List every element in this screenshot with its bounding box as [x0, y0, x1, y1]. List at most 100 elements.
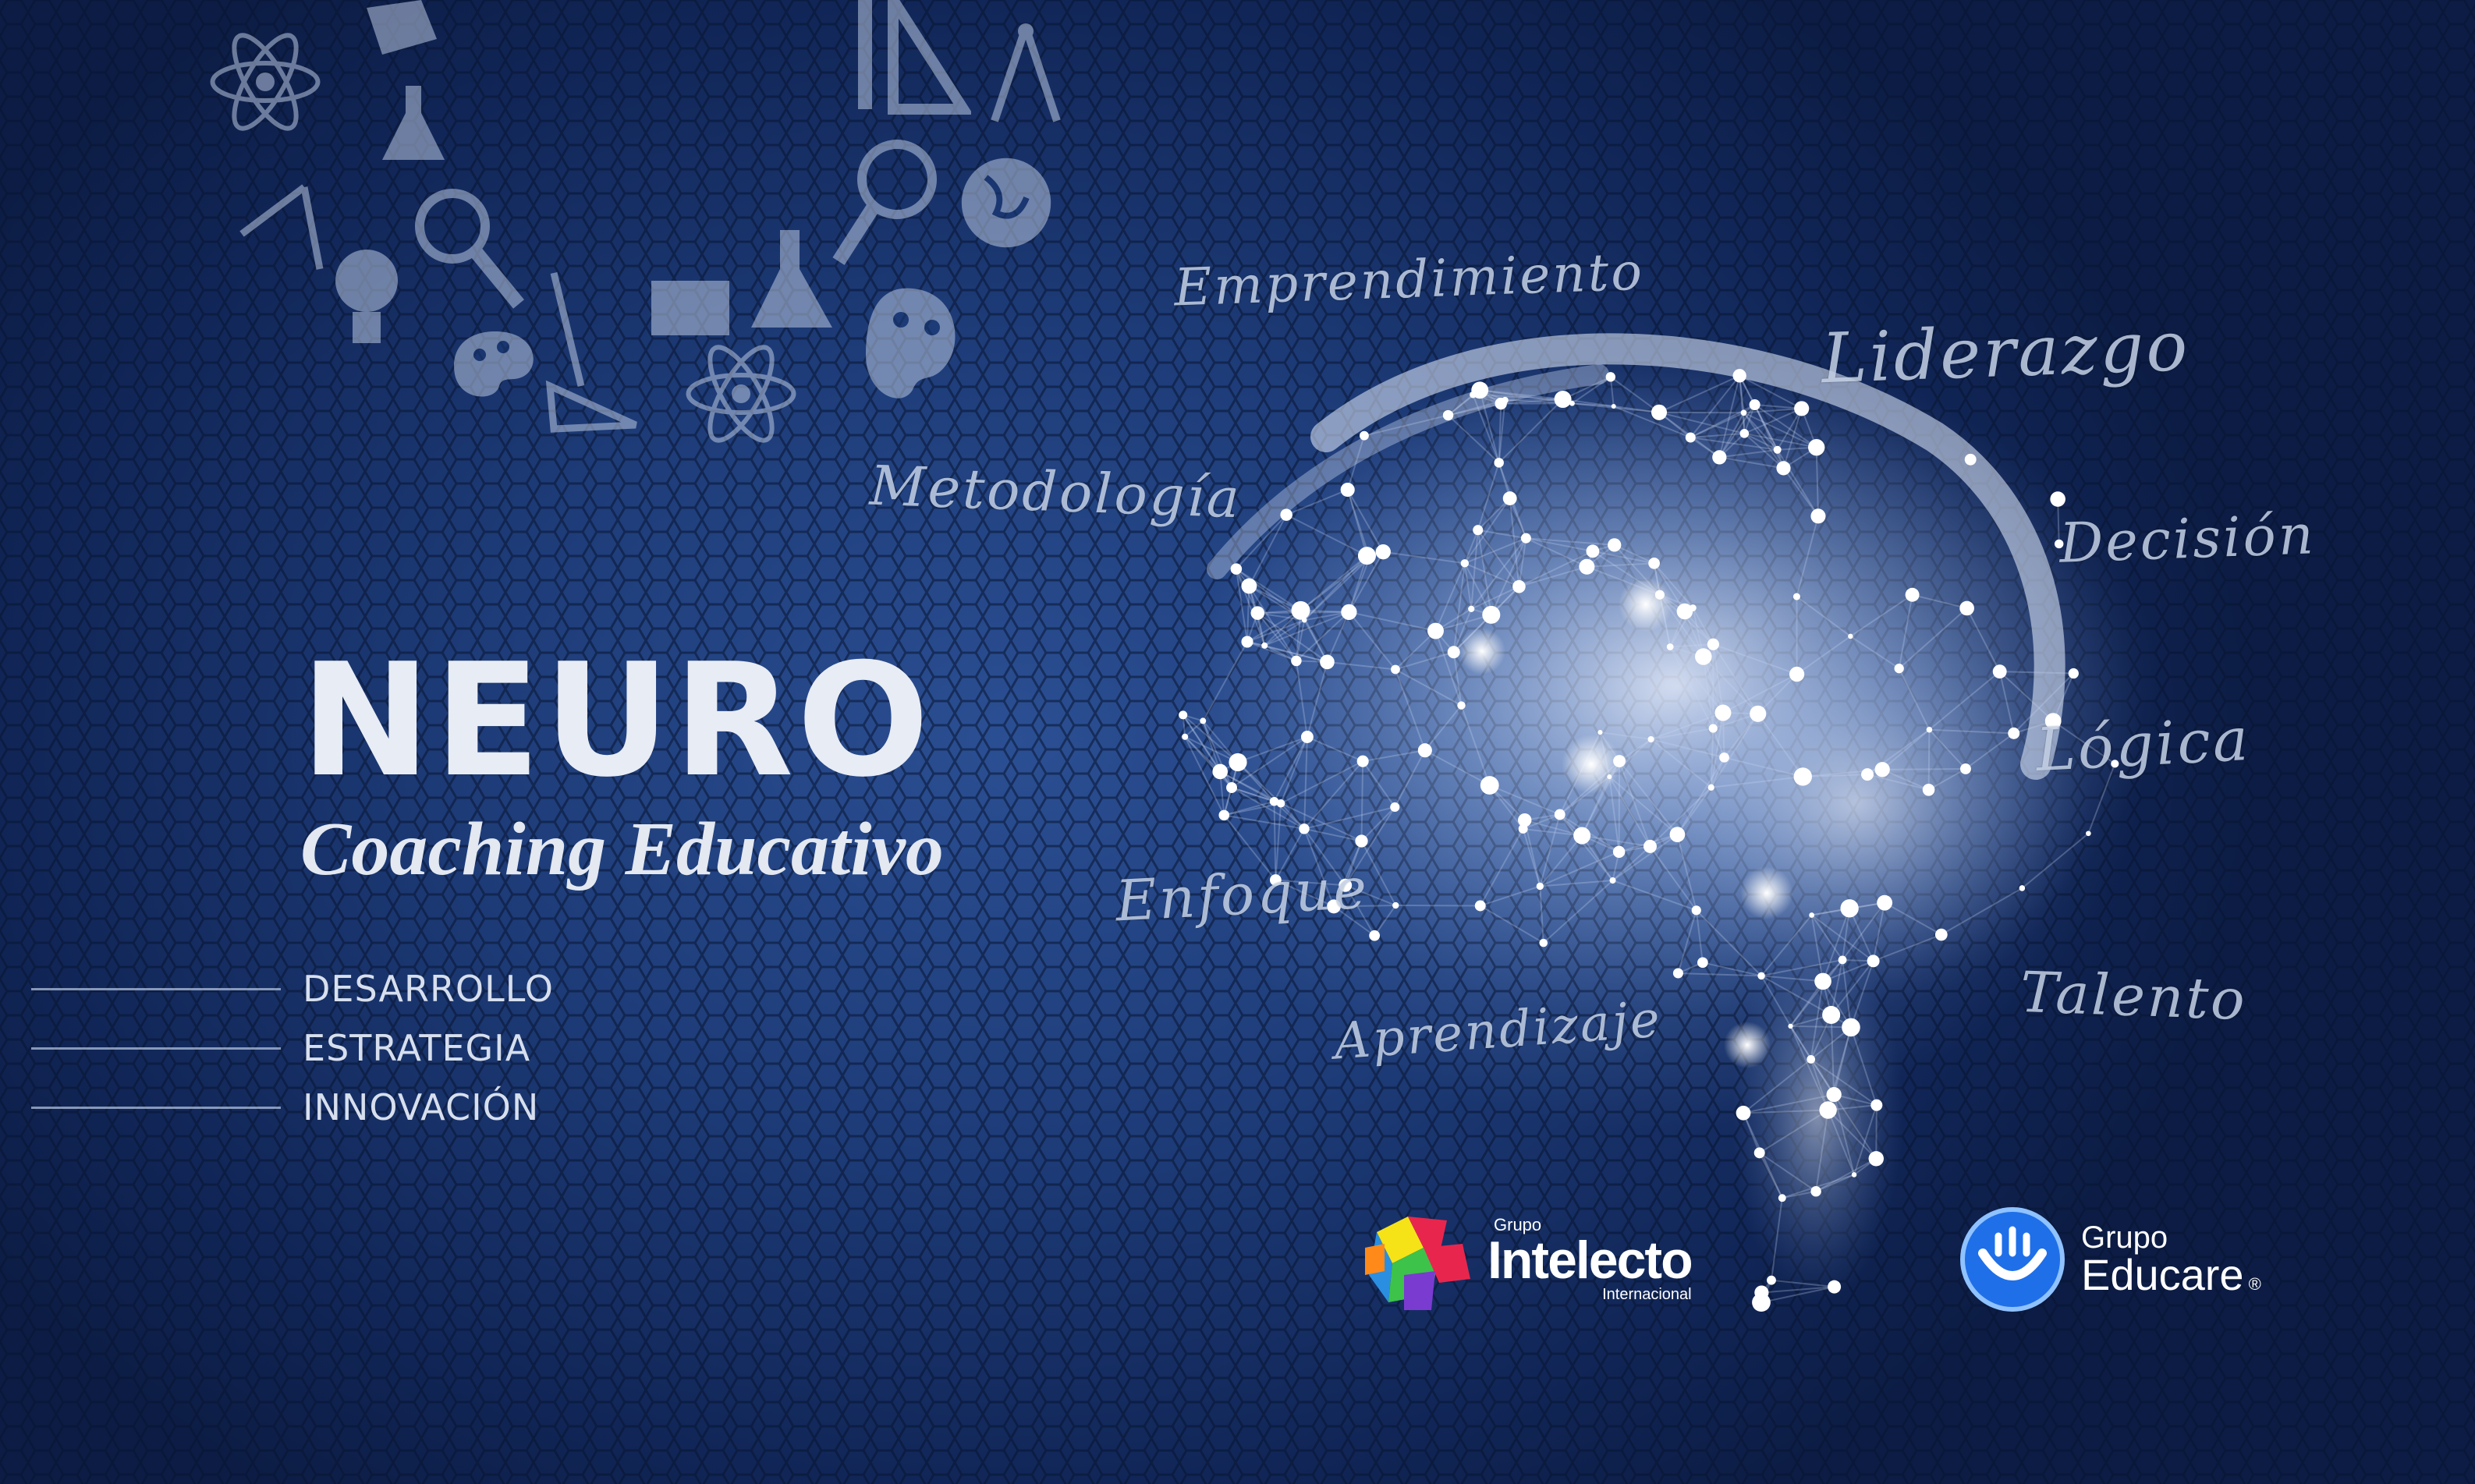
network-node [1867, 955, 1880, 968]
network-node [1740, 409, 1747, 416]
network-node [1554, 809, 1565, 820]
network-node [1375, 544, 1391, 560]
network-node [1460, 559, 1470, 568]
network-node [1241, 578, 1257, 594]
network-node [1828, 1280, 1842, 1294]
educare-grupo-label: Grupo [2081, 1220, 2168, 1255]
network-node [1369, 930, 1381, 941]
network-node [1468, 605, 1475, 612]
page-subtitle: Coaching Educativo [300, 807, 944, 891]
network-node [1807, 1055, 1816, 1064]
network-node [2086, 831, 2091, 837]
network-node [1518, 813, 1532, 827]
poster: Emprendimiento Liderazgo Metodología Dec… [0, 0, 2475, 1484]
divider-line [31, 987, 281, 990]
keyword-talento: Talento [2019, 958, 2249, 1033]
intelecto-internacional-label: Internacional [1602, 1286, 1692, 1303]
network-node [1179, 710, 1188, 720]
network-node [1877, 894, 1893, 911]
network-node [1291, 655, 1302, 667]
network-node [1874, 762, 1890, 777]
network-node [1520, 533, 1531, 544]
network-node [1200, 717, 1207, 724]
network-node [1926, 726, 1933, 733]
network-node [1536, 882, 1544, 891]
keyword-metodologia: Metodología [868, 453, 1243, 531]
network-node [1794, 401, 1810, 416]
network-node [1320, 654, 1335, 670]
network-node [1212, 763, 1229, 780]
network-node [1838, 955, 1847, 965]
network-node [1822, 1005, 1841, 1025]
network-node [1669, 827, 1686, 843]
network-node [1964, 453, 1977, 466]
network-node [1250, 606, 1265, 620]
network-node [1792, 593, 1800, 600]
network-node [1612, 845, 1626, 859]
network-node [1757, 972, 1765, 980]
network-node [1719, 753, 1729, 763]
network-node [1992, 664, 2007, 679]
feature-label: DESARROLLO [303, 968, 554, 1010]
network-link [1875, 1105, 1878, 1159]
network-node [1482, 605, 1501, 624]
network-node [1905, 587, 1920, 602]
network-node [1280, 508, 1292, 521]
keyword-logica: Lógica [2034, 703, 2253, 785]
network-node [1819, 1101, 1837, 1119]
network-node [1340, 482, 1355, 498]
network-node [1360, 430, 1369, 441]
network-node [1868, 1151, 1884, 1167]
network-node [1793, 767, 1812, 786]
network-node [1417, 743, 1432, 758]
network-node [2019, 885, 2026, 891]
network-node [1691, 905, 1701, 916]
network-node [1647, 735, 1654, 743]
network-node [1749, 398, 1761, 411]
logo-grupo-intelecto: Grupo Intelecto Internacional [1361, 1201, 1693, 1318]
network-node [2008, 727, 2020, 739]
network-node [1697, 957, 1708, 969]
network-node [1894, 664, 1904, 674]
feature-list: DESARROLLO ESTRATEGIA INNOVACIÓN [31, 959, 554, 1137]
network-node [1605, 372, 1616, 382]
network-node [1707, 638, 1719, 650]
network-node [1356, 755, 1369, 767]
network-node [1229, 753, 1247, 772]
network-node [1608, 538, 1622, 552]
network-node [1773, 445, 1782, 454]
network-node [1739, 429, 1750, 438]
network-node [1753, 1147, 1765, 1159]
network-node [1672, 968, 1683, 979]
feature-label: ESTRATEGIA [303, 1027, 531, 1069]
network-node [1457, 701, 1466, 710]
network-node [1494, 458, 1504, 468]
network-node [1736, 1105, 1751, 1121]
network-node [1474, 900, 1486, 912]
network-node [1934, 928, 1948, 941]
network-node [1427, 622, 1444, 639]
network-node [1826, 1086, 1842, 1103]
logo-grupo-educare: Grupo Educare ® [1958, 1205, 2261, 1314]
page-title: NEURO [300, 630, 933, 812]
network-node [1754, 1285, 1769, 1300]
network-node [1586, 544, 1600, 558]
network-node [1808, 438, 1825, 456]
network-node [1861, 768, 1874, 781]
network-link [1927, 729, 1931, 790]
keyword-enfoque: Enfoque [1114, 855, 1370, 934]
network-node [1848, 633, 1853, 639]
network-node [1814, 972, 1831, 990]
network-node [1218, 809, 1230, 821]
network-node [1776, 461, 1791, 476]
network-node [1810, 508, 1826, 524]
network-node [1840, 899, 1859, 918]
network-node [1651, 404, 1668, 420]
network-node [1685, 432, 1696, 443]
network-node [1261, 642, 1268, 649]
network-node [1714, 704, 1732, 721]
network-node [1778, 1194, 1786, 1202]
network-node [1291, 600, 1310, 620]
network-node [1922, 783, 1935, 796]
network-node [1230, 563, 1243, 575]
